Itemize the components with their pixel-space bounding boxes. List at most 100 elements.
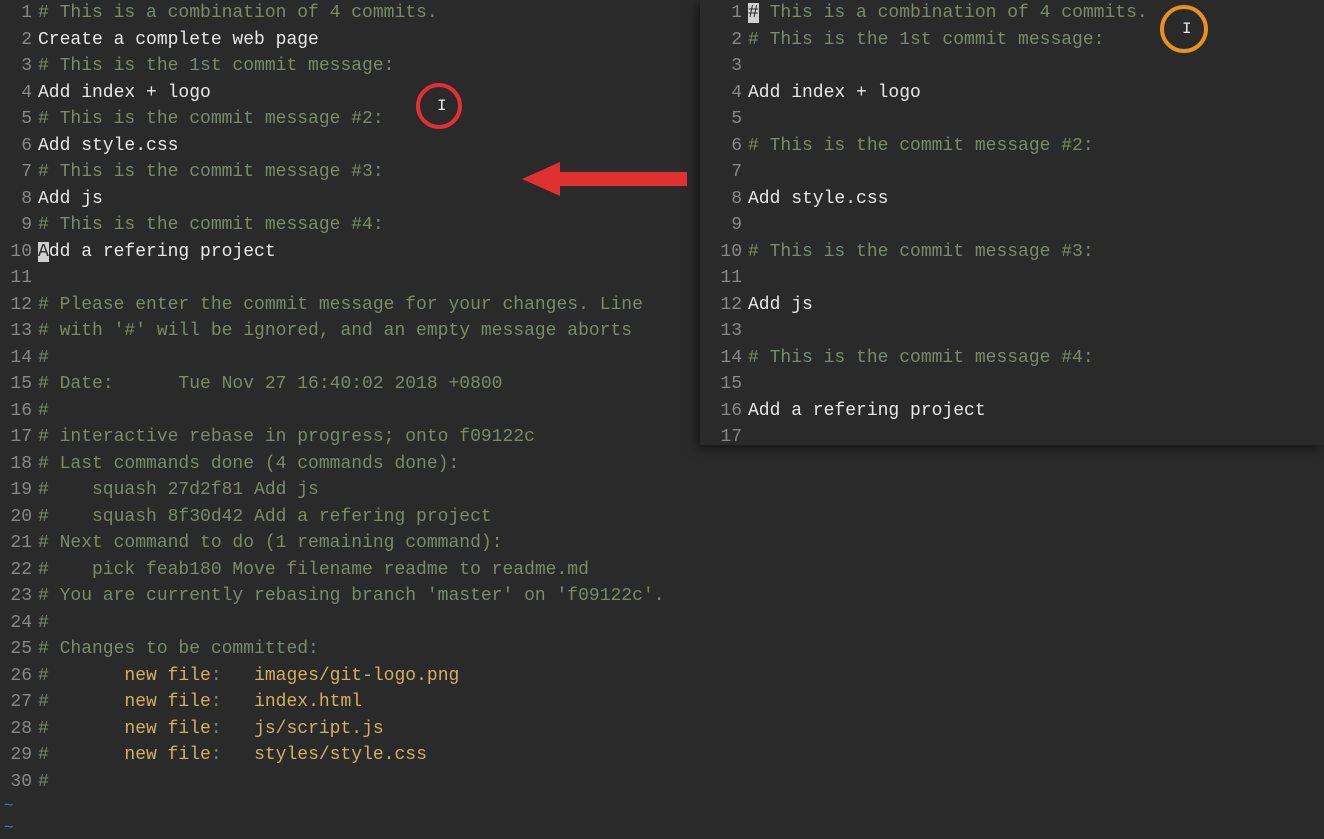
line-number: 7 [700,159,748,186]
code-line[interactable]: 1# This is a combination of 4 commits. [700,0,1324,27]
line-content[interactable]: # This is the 1st commit message: [748,27,1324,54]
line-content[interactable]: # This is the commit message #4: [38,212,700,239]
code-line[interactable]: 15# Date: Tue Nov 27 16:40:02 2018 +0800 [0,371,700,398]
code-line[interactable]: 10Add a refering project [0,239,700,266]
code-line[interactable]: 23# You are currently rebasing branch 'm… [0,583,700,610]
code-line[interactable]: 4Add index + logo [0,80,700,107]
code-line[interactable]: 27# new file: index.html [0,689,700,716]
line-content[interactable] [748,106,1324,133]
code-line[interactable]: 3# This is the 1st commit message: [0,53,700,80]
line-content[interactable]: # Date: Tue Nov 27 16:40:02 2018 +0800 [38,371,700,398]
code-line[interactable]: 16# [0,398,700,425]
code-line[interactable]: 8Add style.css [700,186,1324,213]
code-line[interactable]: 29# new file: styles/style.css [0,742,700,769]
line-content[interactable]: # This is the commit message #2: [38,106,700,133]
line-content[interactable]: # You are currently rebasing branch 'mas… [38,583,700,610]
code-line[interactable]: 14# This is the commit message #4: [700,345,1324,372]
code-line[interactable]: 9# This is the commit message #4: [0,212,700,239]
code-line[interactable]: 30# [0,769,700,796]
line-content[interactable]: Add js [748,292,1324,319]
code-line[interactable]: 17 [700,424,1324,451]
code-line[interactable]: 12Add js [700,292,1324,319]
editor-pane-left[interactable]: 1# This is a combination of 4 commits.2C… [0,0,700,838]
line-content[interactable] [748,159,1324,186]
code-line[interactable]: 9 [700,212,1324,239]
line-content[interactable]: # pick feab180 Move filename readme to r… [38,557,700,584]
code-line[interactable]: 26# new file: images/git-logo.png [0,663,700,690]
line-content[interactable]: # This is the 1st commit message: [38,53,700,80]
code-line[interactable]: 25# Changes to be committed: [0,636,700,663]
code-line[interactable]: 17# interactive rebase in progress; onto… [0,424,700,451]
code-line[interactable]: 4Add index + logo [700,80,1324,107]
line-content[interactable]: # Next command to do (1 remaining comman… [38,530,700,557]
code-line[interactable]: 22# pick feab180 Move filename readme to… [0,557,700,584]
line-content[interactable]: # with '#' will be ignored, and an empty… [38,318,700,345]
line-content[interactable]: Add style.css [748,186,1324,213]
line-content[interactable]: Add style.css [38,133,700,160]
line-content[interactable]: # [38,769,700,796]
line-content[interactable]: # This is a combination of 4 commits. [38,0,700,27]
code-line[interactable]: 15 [700,371,1324,398]
line-content[interactable]: # Please enter the commit message for yo… [38,292,700,319]
code-line[interactable]: 16Add a refering project [700,398,1324,425]
code-line[interactable]: 1# This is a combination of 4 commits. [0,0,700,27]
line-content[interactable]: # Changes to be committed: [38,636,700,663]
line-content[interactable]: # new file: styles/style.css [38,742,700,769]
code-line[interactable]: 21# Next command to do (1 remaining comm… [0,530,700,557]
line-content[interactable]: # interactive rebase in progress; onto f… [38,424,700,451]
code-line[interactable]: 10# This is the commit message #3: [700,239,1324,266]
code-line[interactable]: 13 [700,318,1324,345]
line-number: 8 [0,186,38,213]
line-content[interactable]: # This is the commit message #3: [748,239,1324,266]
line-content[interactable]: # [38,345,700,372]
code-line[interactable]: 6Add style.css [0,133,700,160]
line-content[interactable]: Add index + logo [38,80,700,107]
code-line[interactable]: 2Create a complete web page [0,27,700,54]
code-line[interactable]: 18# Last commands done (4 commands done)… [0,451,700,478]
line-content[interactable] [748,424,1324,451]
line-content[interactable]: # new file: js/script.js [38,716,700,743]
line-content[interactable]: # This is the commit message #3: [38,159,700,186]
code-line[interactable]: 24# [0,610,700,637]
code-line[interactable]: 2# This is the 1st commit message: [700,27,1324,54]
line-number: 11 [700,265,748,292]
line-content[interactable]: Add a refering project [748,398,1324,425]
code-line[interactable]: 7# This is the commit message #3: [0,159,700,186]
code-line[interactable]: 8Add js [0,186,700,213]
line-number: 10 [700,239,748,266]
line-content[interactable]: # Last commands done (4 commands done): [38,451,700,478]
line-content[interactable]: Add a refering project [38,239,700,266]
code-line[interactable]: 20# squash 8f30d42 Add a refering projec… [0,504,700,531]
line-content[interactable]: Add index + logo [748,80,1324,107]
line-content[interactable]: # This is the commit message #4: [748,345,1324,372]
line-content[interactable] [748,212,1324,239]
code-line[interactable]: 11 [0,265,700,292]
code-line[interactable]: 12# Please enter the commit message for … [0,292,700,319]
line-content[interactable] [748,53,1324,80]
line-content[interactable]: # squash 8f30d42 Add a refering project [38,504,700,531]
line-content[interactable] [38,265,700,292]
line-content[interactable]: # This is a combination of 4 commits. [748,0,1324,27]
code-line[interactable]: 28# new file: js/script.js [0,716,700,743]
code-line[interactable]: 3 [700,53,1324,80]
line-content[interactable]: # new file: images/git-logo.png [38,663,700,690]
code-line[interactable]: 5# This is the commit message #2: [0,106,700,133]
line-content[interactable]: # [38,398,700,425]
line-content[interactable] [748,371,1324,398]
code-line[interactable]: 11 [700,265,1324,292]
line-content[interactable]: Create a complete web page [38,27,700,54]
code-line[interactable]: 6# This is the commit message #2: [700,133,1324,160]
line-content[interactable] [748,318,1324,345]
code-line[interactable]: 13# with '#' will be ignored, and an emp… [0,318,700,345]
editor-pane-right[interactable]: 1# This is a combination of 4 commits.2#… [700,0,1324,445]
line-content[interactable]: # new file: index.html [38,689,700,716]
line-content[interactable]: Add js [38,186,700,213]
line-content[interactable]: # This is the commit message #2: [748,133,1324,160]
code-line[interactable]: 14# [0,345,700,372]
line-content[interactable]: # [38,610,700,637]
code-line[interactable]: 7 [700,159,1324,186]
line-content[interactable] [748,265,1324,292]
code-line[interactable]: 19# squash 27d2f81 Add js [0,477,700,504]
line-content[interactable]: # squash 27d2f81 Add js [38,477,700,504]
code-line[interactable]: 5 [700,106,1324,133]
